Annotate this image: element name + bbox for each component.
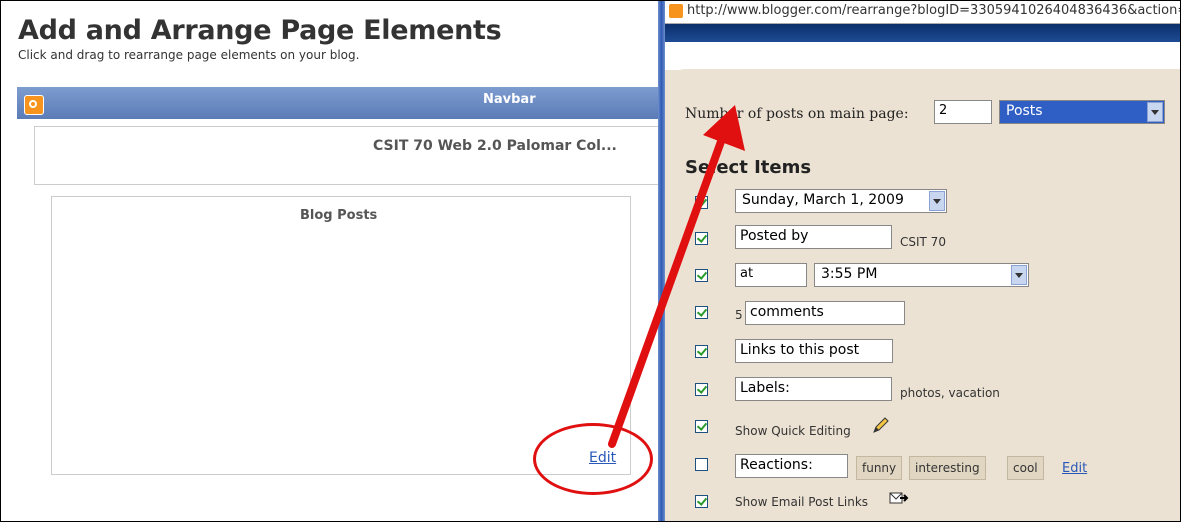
num-posts-label: Number of posts on main page: [685, 106, 909, 122]
posts-unit-value: Posts [1006, 103, 1043, 119]
at-input[interactable]: at [735, 263, 807, 287]
posted-by-checkbox[interactable] [695, 232, 708, 245]
quick-editing-checkbox[interactable] [695, 420, 708, 433]
email-links-checkbox[interactable] [695, 495, 708, 508]
comment-count: 5 [735, 308, 743, 322]
posts-unit-select[interactable]: Posts [999, 100, 1165, 124]
url-text: http://www.blogger.com/rearrange?blogID=… [687, 3, 1181, 18]
labels-example: photos, vacation [900, 386, 1000, 400]
email-post-icon [889, 492, 909, 504]
header-element[interactable]: CSIT 70 Web 2.0 Palomar Col... [34, 126, 660, 185]
header-label: CSIT 70 Web 2.0 Palomar Col... [373, 138, 617, 154]
comments-checkbox[interactable] [695, 306, 708, 319]
blog-posts-label: Blog Posts [300, 208, 378, 223]
chevron-down-icon [1011, 265, 1027, 285]
reaction-option-interesting[interactable]: interesting [909, 456, 986, 480]
date-checkbox[interactable] [695, 196, 708, 209]
navbar-label: Navbar [483, 92, 536, 107]
pencil-icon [873, 417, 889, 433]
comments-input[interactable]: comments [745, 301, 905, 325]
annotation-circle [533, 423, 653, 495]
labels-checkbox[interactable] [695, 383, 708, 396]
address-bar[interactable]: http://www.blogger.com/rearrange?blogID=… [665, 1, 1180, 24]
window-top-spacer [665, 42, 1180, 70]
window-divider [658, 1, 665, 521]
configure-blog-posts-window: http://www.blogger.com/rearrange?blogID=… [665, 1, 1180, 521]
date-format-select[interactable]: Sunday, March 1, 2009 [735, 189, 947, 213]
window-header-band [665, 24, 1180, 42]
screenshot-frame: Add and Arrange Page Elements Click and … [0, 0, 1181, 522]
backlinks-checkbox[interactable] [695, 345, 708, 358]
chevron-down-icon [929, 191, 945, 211]
posted-by-input[interactable]: Posted by [735, 225, 892, 249]
reactions-input[interactable]: Reactions: [735, 454, 848, 478]
backlinks-input[interactable]: Links to this post [735, 339, 893, 363]
timestamp-checkbox[interactable] [695, 269, 708, 282]
date-format-value: Sunday, March 1, 2009 [742, 192, 904, 208]
author-name: CSIT 70 [900, 235, 946, 249]
page-title: Add and Arrange Page Elements [18, 15, 502, 46]
chevron-down-icon [1147, 102, 1163, 122]
time-format-select[interactable]: 3:55 PM [814, 263, 1029, 287]
page-subtitle: Click and drag to rearrange page element… [18, 48, 360, 62]
email-links-label: Show Email Post Links [735, 495, 869, 509]
blog-posts-element[interactable]: Blog Posts [51, 196, 631, 475]
reactions-edit-link[interactable]: Edit [1062, 461, 1087, 476]
select-items-heading: Select Items [685, 157, 812, 178]
time-format-value: 3:55 PM [821, 266, 878, 282]
reaction-option-cool[interactable]: cool [1007, 456, 1044, 480]
labels-input[interactable]: Labels: [735, 377, 892, 401]
reaction-option-funny[interactable]: funny [856, 456, 903, 480]
reactions-checkbox[interactable] [695, 458, 708, 471]
num-posts-input[interactable]: 2 [934, 100, 992, 124]
blogger-logo-icon [24, 95, 44, 115]
navbar-element[interactable]: Navbar [17, 87, 658, 119]
layout-editor-panel: Add and Arrange Page Elements Click and … [1, 1, 660, 521]
blogger-favicon-icon [669, 4, 683, 18]
quick-editing-label: Show Quick Editing [735, 424, 851, 438]
